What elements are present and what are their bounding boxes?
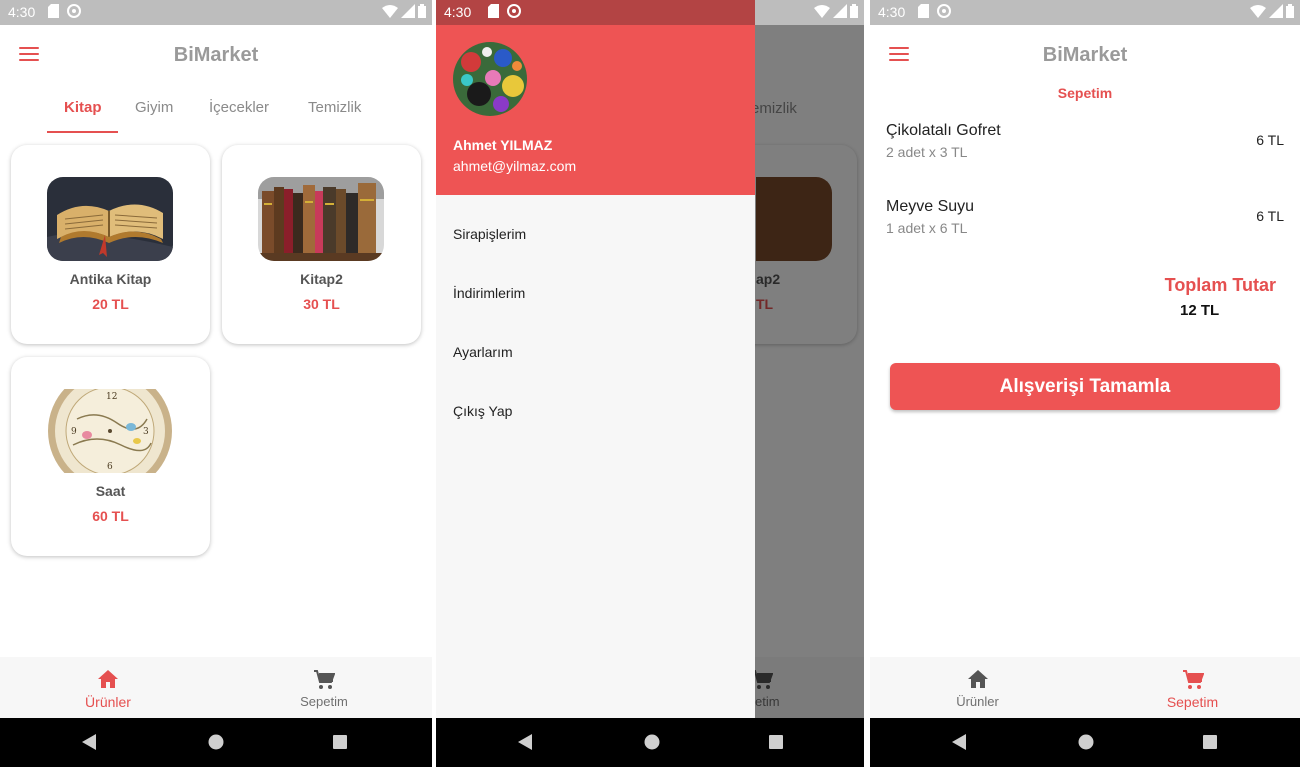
tab-label: Ürünler [85,694,131,710]
clock-image: 12 3 6 9 [47,389,173,473]
home-icon [98,670,118,688]
cart-item[interactable]: Çikolatalı Gofret 2 adet x 3 TL 6 TL [886,122,1284,182]
cart-icon [1182,670,1204,689]
svg-text:6: 6 [107,462,113,472]
product-name: Saat [95,483,126,499]
sd-card-icon [488,4,499,18]
item-total: 6 TL [1256,132,1284,148]
sd-card-icon [48,4,59,18]
signal-icon [833,4,847,18]
cart-icon [314,670,335,689]
recents-icon[interactable] [1202,734,1218,750]
menu-item-cikis-yap[interactable]: Çıkış Yap [453,403,512,419]
cart-screen: 4:30 BiMarket Sepetim Çikolatalı Gofret … [870,0,1300,767]
sd-card-icon [918,4,929,18]
menu-item-ayarlarim[interactable]: Ayarlarım [453,344,513,360]
product-price: 60 TL [92,508,129,524]
wifi-icon [382,4,398,18]
signal-icon [1269,4,1283,18]
recents-icon[interactable] [332,734,348,750]
sync-icon [67,4,81,18]
tab-sepetim[interactable]: Sepetim [216,657,432,718]
bottom-tab-bar: Ürünler Sepetim [0,657,432,718]
product-card[interactable]: Antika Kitap 20 TL [11,145,210,344]
system-nav-bar [870,718,1300,767]
app-title: BiMarket [173,44,259,66]
product-card[interactable]: 12 3 6 9 Saat 60 TL [11,357,210,556]
category-tabs: Kitap Giyim İçecekler Temizlik [0,92,432,136]
home-nav-icon[interactable] [1078,734,1094,750]
back-icon[interactable] [952,734,968,750]
status-time: 4:30 [878,4,906,20]
home-icon [967,670,988,688]
old-book-image [47,177,173,261]
product-name: Antika Kitap [69,271,152,287]
status-time: 4:30 [8,4,36,20]
menu-item-indirimlerim[interactable]: İndirimlerim [453,285,525,301]
tab-label: Sepetim [1166,694,1219,710]
product-price: 30 TL [303,296,340,312]
product-price: 20 TL [92,296,129,312]
item-detail: 2 adet x 3 TL [886,144,968,160]
item-name: Çikolatalı Gofret [886,122,1001,139]
tab-sepetim[interactable]: Sepetim [1085,657,1300,718]
app-bar: BiMarket [0,25,432,85]
tab-indicator [47,131,118,133]
bookshelf-image [258,177,384,261]
battery-icon [418,4,426,18]
tab-icecekler[interactable]: İçecekler [209,99,269,116]
checkout-button[interactable]: Alışverişi Tamamla [890,363,1280,410]
signal-icon [401,4,415,18]
tab-label: Ürünler [956,694,999,709]
system-nav-bar [436,718,864,767]
status-bar: 4:30 [870,0,1300,25]
home-nav-icon[interactable] [644,734,660,750]
recents-icon[interactable] [768,734,784,750]
back-icon[interactable] [82,734,98,750]
cart-item[interactable]: Meyve Suyu 1 adet x 6 TL 6 TL [886,198,1284,258]
tab-urunler[interactable]: Ürünler [0,657,216,718]
total-value: 12 TL [1180,302,1220,319]
item-name: Meyve Suyu [886,198,975,215]
svg-text:3: 3 [143,427,149,437]
svg-text:9: 9 [71,427,77,437]
user-email: ahmet@yilmaz.com [453,158,577,174]
products-screen: 4:30 BiMarket Kitap Giyim İçecekler Temi… [0,0,432,767]
drawer-header: 4:30 Ahmet YILMAZ ahmet@yilmaz.com [436,0,755,195]
battery-icon [1286,4,1294,18]
system-nav-bar [0,718,432,767]
battery-icon [850,4,858,18]
status-bar: 4:30 [436,0,755,25]
home-nav-icon[interactable] [208,734,224,750]
sync-icon [507,4,521,18]
wifi-icon [1250,4,1266,18]
drawer-screen: emizlik ap2 TL etim 4:30 [436,0,864,767]
status-bar: 4:30 [0,0,432,25]
app-title: BiMarket [1042,44,1128,66]
tab-temizlik[interactable]: Temizlik [308,99,361,116]
total-label: Toplam Tutar [1164,275,1276,295]
item-detail: 1 adet x 6 TL [886,220,968,236]
avatar [453,42,527,116]
bottom-tab-bar: Ürünler Sepetim [870,657,1300,718]
svg-text:12: 12 [106,392,117,402]
cart-title: Sepetim [1057,85,1113,101]
product-name: Kitap2 [300,271,343,287]
wifi-icon [814,4,830,18]
item-total: 6 TL [1256,208,1284,224]
tab-urunler[interactable]: Ürünler [870,657,1085,718]
tab-giyim[interactable]: Giyim [135,99,173,116]
sync-icon [937,4,951,18]
back-icon[interactable] [518,734,534,750]
menu-item-siparislerim[interactable]: Sirapişlerim [453,226,526,242]
user-name: Ahmet YILMAZ [453,137,553,153]
app-bar: BiMarket [870,25,1300,85]
navigation-drawer: 4:30 Ahmet YILMAZ ahmet@yilmaz.com Sirap… [436,0,755,718]
product-card[interactable]: Kitap2 30 TL [222,145,421,344]
status-time: 4:30 [444,4,472,20]
tab-label: Sepetim [300,694,348,709]
tab-kitap[interactable]: Kitap [64,99,102,116]
